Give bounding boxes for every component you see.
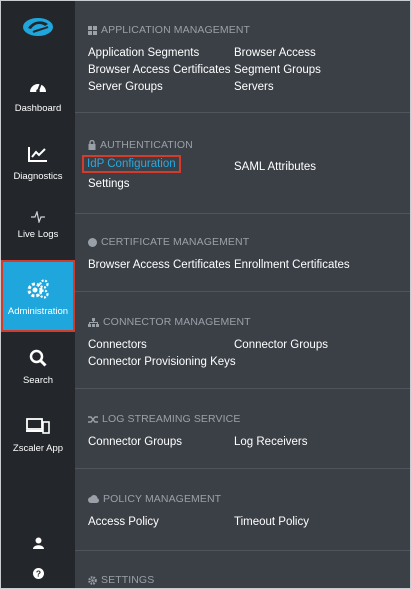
badge-icon bbox=[88, 237, 97, 247]
dashboard-gauge-icon bbox=[29, 73, 47, 99]
link-enrollment-certificates[interactable]: Enrollment Certificates bbox=[234, 259, 350, 271]
section-settings: SETTINGS bbox=[75, 550, 410, 588]
line-chart-icon bbox=[28, 141, 48, 167]
sidebar-item-label: Diagnostics bbox=[13, 171, 63, 182]
link-settings[interactable]: Settings bbox=[88, 178, 130, 190]
link-segment-groups[interactable]: Segment Groups bbox=[234, 64, 321, 76]
grid-icon bbox=[88, 25, 97, 35]
user-icon[interactable] bbox=[1, 537, 75, 549]
app-frame: Dashboard Diagnostics Live Logs Administ… bbox=[0, 0, 411, 589]
section-application-management: APPLICATION MANAGEMENT Application Segme… bbox=[75, 1, 410, 113]
sidebar-item-label: Administration bbox=[7, 305, 69, 317]
sidebar-item-live-logs[interactable]: Live Logs bbox=[1, 209, 75, 249]
section-title: CERTIFICATE MANAGEMENT bbox=[88, 236, 249, 248]
section-authentication: AUTHENTICATION IdP Configuration SAML At… bbox=[75, 112, 410, 214]
link-browser-access-certificates[interactable]: Browser Access Certificates bbox=[88, 259, 231, 271]
sidebar-item-label: Search bbox=[22, 375, 54, 386]
section-title: AUTHENTICATION bbox=[88, 139, 193, 151]
devices-icon bbox=[26, 413, 50, 439]
pulse-icon bbox=[31, 209, 45, 225]
lock-icon bbox=[88, 140, 96, 150]
sidebar-item-label: Dashboard bbox=[14, 103, 62, 114]
link-idp-configuration[interactable]: IdP Configuration bbox=[82, 155, 181, 173]
sidebar-item-diagnostics[interactable]: Diagnostics bbox=[1, 141, 75, 187]
sidebar-item-dashboard[interactable]: Dashboard bbox=[1, 73, 75, 119]
sidebar: Dashboard Diagnostics Live Logs Administ… bbox=[1, 1, 75, 588]
sidebar-item-administration[interactable]: Administration bbox=[1, 260, 75, 332]
link-connector-provisioning-keys[interactable]: Connector Provisioning Keys bbox=[88, 356, 236, 368]
shuffle-icon bbox=[88, 415, 98, 423]
section-certificate-management: CERTIFICATE MANAGEMENT Browser Access Ce… bbox=[75, 213, 410, 292]
link-connectors[interactable]: Connectors bbox=[88, 339, 147, 351]
link-connector-groups[interactable]: Connector Groups bbox=[234, 339, 328, 351]
link-server-groups[interactable]: Server Groups bbox=[88, 81, 163, 93]
gears-icon bbox=[26, 276, 50, 302]
search-icon bbox=[29, 345, 47, 371]
link-application-segments[interactable]: Application Segments bbox=[88, 47, 199, 59]
link-log-receivers[interactable]: Log Receivers bbox=[234, 436, 308, 448]
link-servers[interactable]: Servers bbox=[234, 81, 274, 93]
sitemap-icon bbox=[88, 317, 99, 327]
sidebar-item-zscaler-app[interactable]: Zscaler App bbox=[1, 413, 75, 459]
link-log-connector-groups[interactable]: Connector Groups bbox=[88, 436, 182, 448]
link-timeout-policy[interactable]: Timeout Policy bbox=[234, 516, 309, 528]
link-saml-attributes[interactable]: SAML Attributes bbox=[234, 161, 316, 173]
section-title: SETTINGS bbox=[88, 574, 154, 586]
gear-icon bbox=[88, 575, 97, 585]
sidebar-item-search[interactable]: Search bbox=[1, 345, 75, 391]
section-title: POLICY MANAGEMENT bbox=[88, 493, 221, 505]
admin-menu: APPLICATION MANAGEMENT Application Segme… bbox=[75, 1, 410, 588]
link-access-policy[interactable]: Access Policy bbox=[88, 516, 159, 528]
section-log-streaming-service: LOG STREAMING SERVICE Connector Groups L… bbox=[75, 388, 410, 469]
sidebar-item-label: Zscaler App bbox=[12, 443, 64, 454]
svg-text:?: ? bbox=[35, 569, 40, 579]
sidebar-item-label: Live Logs bbox=[17, 229, 59, 240]
section-connector-management: CONNECTOR MANAGEMENT Connectors Connecto… bbox=[75, 291, 410, 389]
cloud-icon bbox=[88, 495, 99, 503]
section-policy-management: POLICY MANAGEMENT Access Policy Timeout … bbox=[75, 468, 410, 551]
section-title: LOG STREAMING SERVICE bbox=[88, 413, 240, 425]
link-browser-access-certificates[interactable]: Browser Access Certificates bbox=[88, 64, 231, 76]
help-icon[interactable]: ? bbox=[1, 568, 75, 579]
section-title: CONNECTOR MANAGEMENT bbox=[88, 316, 251, 328]
link-browser-access[interactable]: Browser Access bbox=[234, 47, 316, 59]
zscaler-logo[interactable] bbox=[1, 15, 75, 45]
section-title: APPLICATION MANAGEMENT bbox=[88, 24, 250, 36]
